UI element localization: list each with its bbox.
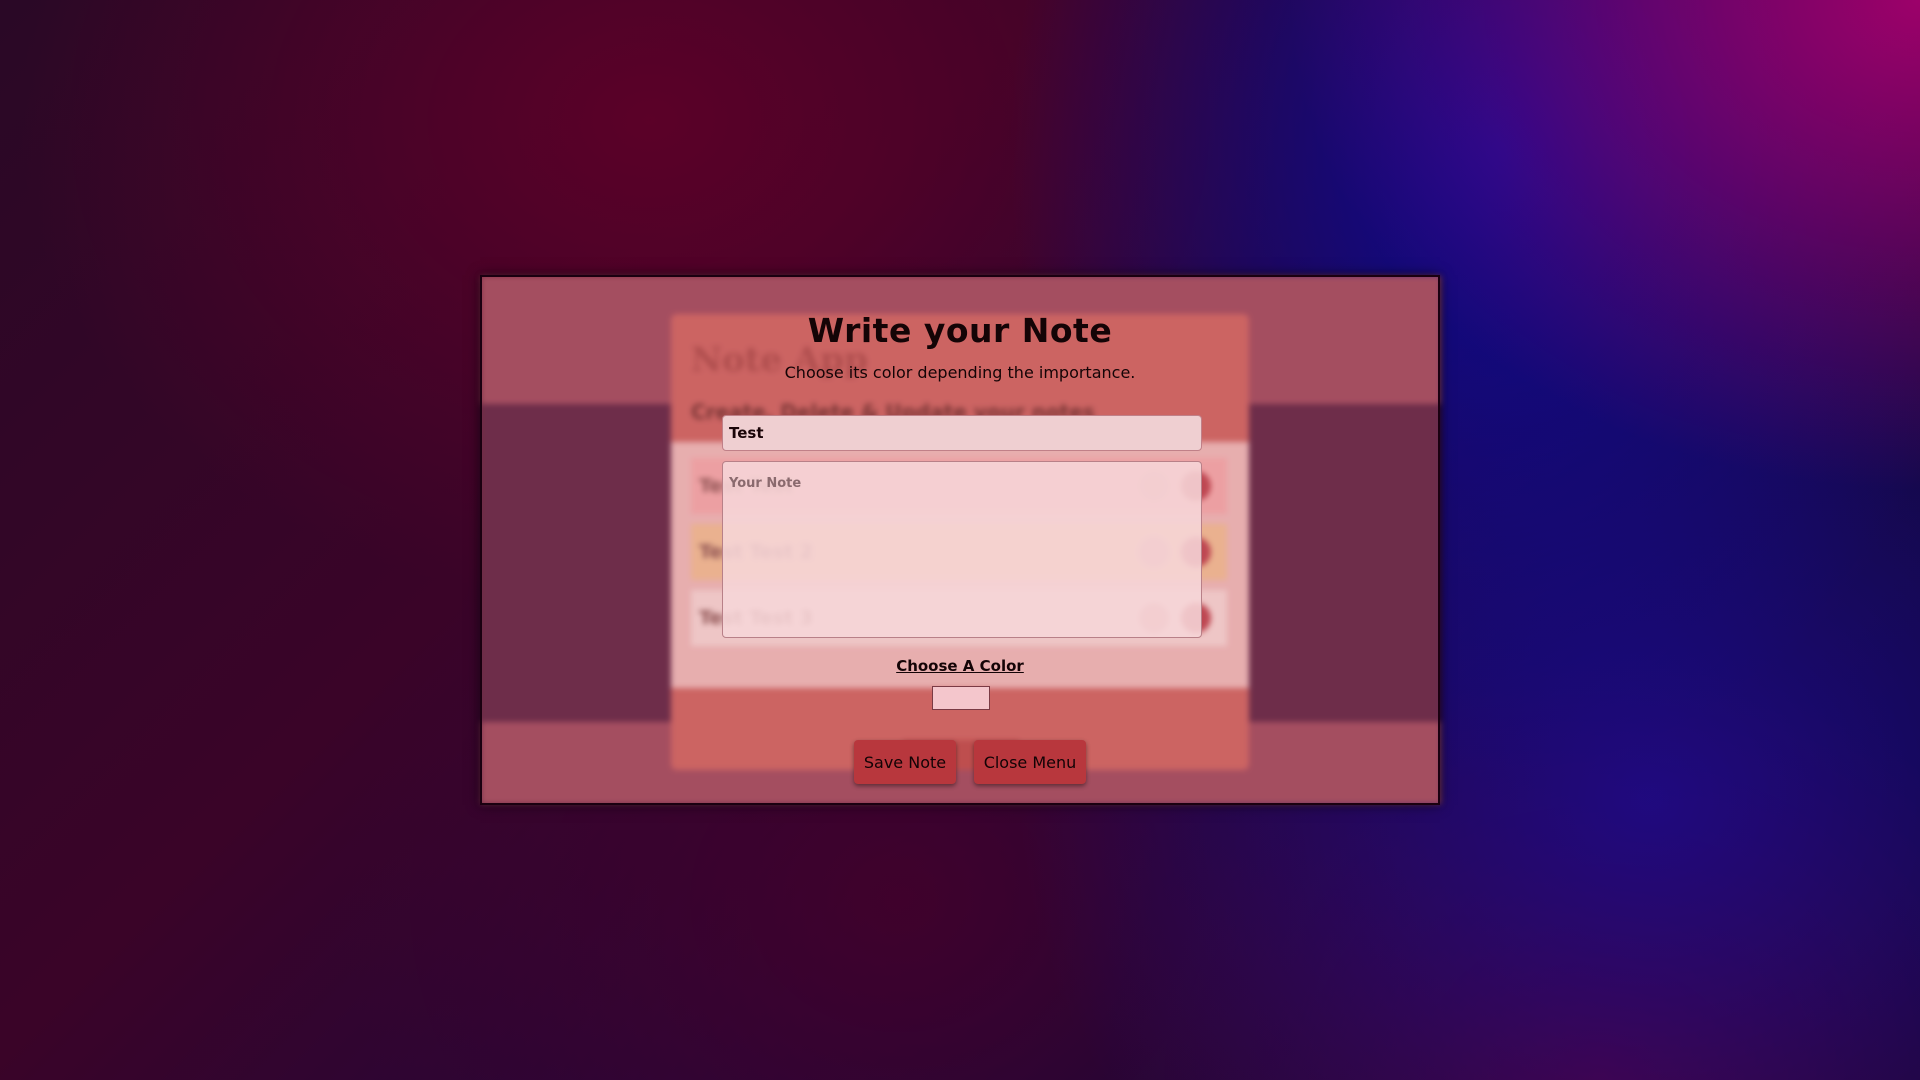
save-note-button[interactable]: Save Note: [854, 740, 956, 784]
choose-color-label: Choose A Color: [482, 657, 1438, 675]
note-body-textarea[interactable]: [722, 461, 1202, 638]
note-title-input[interactable]: [722, 415, 1202, 451]
color-picker[interactable]: [932, 686, 990, 710]
choose-color-text[interactable]: Choose A Color: [896, 657, 1024, 675]
close-menu-button[interactable]: Close Menu: [974, 740, 1086, 784]
note-editor-modal: Write your Note Choose its color dependi…: [480, 275, 1440, 805]
modal-title: Write your Note: [807, 311, 1113, 350]
modal-subtitle: Choose its color depending the importanc…: [784, 363, 1136, 382]
